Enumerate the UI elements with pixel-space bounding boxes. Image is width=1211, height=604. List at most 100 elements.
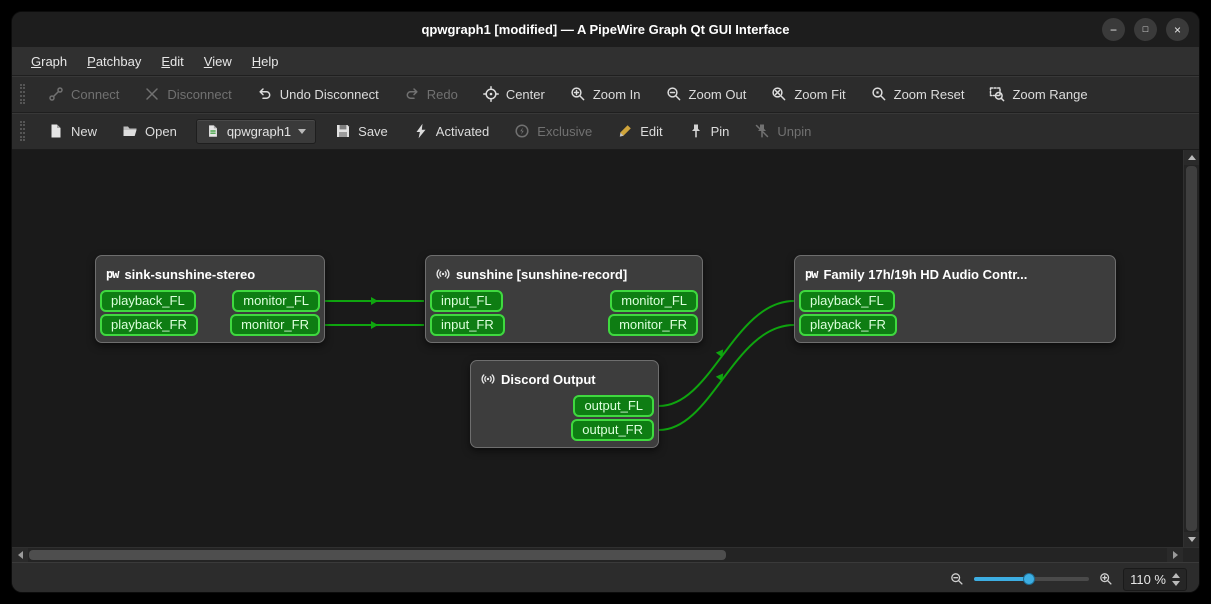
save-button[interactable]: Save [329, 118, 394, 144]
connection-arrow [715, 349, 724, 358]
redo-button[interactable]: Redo [398, 81, 464, 107]
open-folder-icon [123, 126, 137, 136]
redo-label: Redo [426, 86, 458, 102]
zoom-spinbox[interactable]: 110 % [1123, 567, 1187, 591]
unpin-button[interactable]: Unpin [748, 118, 817, 144]
node-title: Family 17h/19h HD Audio Contr... [823, 266, 1028, 282]
node-sink-sunshine-stereo[interactable]: sink-sunshine-stereo playback_FL playbac… [95, 255, 325, 343]
spin-up-icon[interactable] [1172, 572, 1180, 578]
minimize-button[interactable]: − [1102, 18, 1125, 41]
disconnect-button[interactable]: Disconnect [138, 81, 237, 107]
toolbar-handle[interactable] [20, 84, 25, 104]
port-monitor-fr[interactable]: monitor_FR [230, 314, 320, 336]
port-monitor-fl[interactable]: monitor_FL [610, 290, 698, 312]
menu-bar: Graph Patchbay Edit View Help [12, 47, 1199, 75]
exclusive-icon [515, 124, 529, 138]
toolbar-handle[interactable] [20, 121, 25, 141]
menu-help[interactable]: Help [243, 50, 288, 73]
scroll-right-button[interactable] [1167, 548, 1183, 562]
node-header: sink-sunshine-stereo [99, 256, 321, 290]
zoom-out-button[interactable]: Zoom Out [660, 81, 753, 107]
connection-arrow [371, 297, 378, 305]
center-icon [482, 86, 499, 102]
title-bar[interactable]: qpwgraph1 [modified] — A PipeWire Graph … [12, 12, 1199, 47]
patchbay-toolbar: New Open qpwgraph1 Save Activated Exclus… [12, 112, 1199, 149]
menu-edit[interactable]: Edit [152, 50, 192, 73]
center-label: Center [505, 86, 545, 102]
canvas-row: sink-sunshine-stereo playback_FL playbac… [12, 149, 1199, 547]
menu-patchbay[interactable]: Patchbay [78, 50, 150, 73]
connection-arrow [715, 373, 724, 382]
zoom-fit-button[interactable]: Zoom Fit [765, 81, 851, 107]
zoom-slider-fill [974, 577, 1030, 581]
connect-button[interactable]: Connect [42, 81, 125, 107]
window-controls: − □ × [1102, 12, 1189, 47]
port-playback-fl[interactable]: playback_FL [799, 290, 895, 312]
zoom-in-button[interactable]: Zoom In [564, 81, 647, 107]
pin-button[interactable]: Pin [682, 118, 736, 144]
new-label: New [71, 123, 98, 139]
port-output-fl[interactable]: output_FL [573, 395, 654, 417]
menu-graph[interactable]: Graph [22, 50, 76, 73]
zoom-range-button[interactable]: Zoom Range [983, 81, 1093, 107]
close-button[interactable]: × [1166, 18, 1189, 41]
app-window: qpwgraph1 [modified] — A PipeWire Graph … [11, 11, 1200, 593]
zoom-reset-label: Zoom Reset [893, 86, 965, 102]
zoom-range-label: Zoom Range [1012, 86, 1088, 102]
spin-down-icon[interactable] [1172, 580, 1180, 586]
port-input-fl[interactable]: input_FL [430, 290, 503, 312]
scroll-up-button[interactable] [1184, 150, 1199, 165]
activated-button[interactable]: Activated [407, 118, 495, 144]
menu-view[interactable]: View [195, 50, 241, 73]
undo-disconnect-label: Undo Disconnect [279, 86, 379, 102]
zoom-out-icon[interactable] [950, 572, 964, 586]
zoom-controls: 110 % [950, 567, 1187, 591]
vertical-scrollbar[interactable] [1183, 150, 1199, 547]
maximize-button[interactable]: □ [1134, 18, 1157, 41]
edit-button[interactable]: Edit [611, 118, 668, 144]
port-monitor-fl[interactable]: monitor_FL [232, 290, 320, 312]
port-input-fr[interactable]: input_FR [430, 314, 505, 336]
spin-arrows [1172, 572, 1180, 586]
new-button[interactable]: New [42, 118, 103, 144]
arrow-down-icon [1187, 537, 1196, 542]
undo-disconnect-button[interactable]: Undo Disconnect [251, 81, 385, 107]
port-playback-fl[interactable]: playback_FL [100, 290, 196, 312]
zoom-slider[interactable] [974, 571, 1090, 587]
node-family-hd-audio[interactable]: Family 17h/19h HD Audio Contr... playbac… [794, 255, 1116, 343]
exclusive-button[interactable]: Exclusive [508, 118, 598, 144]
save-label: Save [358, 123, 388, 139]
zoom-in-icon[interactable] [1099, 572, 1113, 586]
vertical-scroll-track[interactable] [1184, 165, 1199, 532]
open-label: Open [145, 123, 177, 139]
node-title: sunshine [sunshine-record] [456, 266, 628, 282]
port-playback-fr[interactable]: playback_FR [100, 314, 198, 336]
horizontal-scroll-thumb[interactable] [29, 550, 726, 560]
patchbay-combo[interactable]: qpwgraph1 [195, 118, 317, 144]
scroll-down-button[interactable] [1184, 532, 1199, 547]
node-title: Discord Output [501, 371, 596, 387]
open-button[interactable]: Open [116, 118, 183, 144]
zoom-in-icon [571, 87, 585, 101]
node-sunshine-record[interactable]: sunshine [sunshine-record] input_FL inpu… [425, 255, 703, 343]
node-header: Discord Output [474, 361, 655, 395]
zoom-fit-icon [772, 87, 786, 101]
horizontal-scroll-track[interactable] [28, 548, 1167, 562]
pipewire-icon [106, 267, 118, 281]
activated-label: Activated [435, 123, 490, 139]
zoom-reset-button[interactable]: Zoom Reset [865, 81, 971, 107]
patchbay-combo-value: qpwgraph1 [226, 123, 292, 139]
center-button[interactable]: Center [477, 81, 551, 107]
scroll-left-button[interactable] [12, 548, 28, 562]
port-playback-fr[interactable]: playback_FR [799, 314, 897, 336]
port-monitor-fr[interactable]: monitor_FR [608, 314, 698, 336]
vertical-scroll-thumb[interactable] [1186, 166, 1197, 531]
exclusive-label: Exclusive [537, 123, 593, 139]
zoom-out-icon [666, 87, 680, 101]
port-output-fr[interactable]: output_FR [571, 419, 654, 441]
node-discord-output[interactable]: Discord Output output_FL output_FR [470, 360, 659, 448]
zoom-slider-handle[interactable] [1023, 573, 1036, 585]
horizontal-scrollbar[interactable] [12, 547, 1199, 562]
edit-pencil-icon [620, 125, 632, 137]
graph-canvas[interactable]: sink-sunshine-stereo playback_FL playbac… [12, 150, 1184, 547]
